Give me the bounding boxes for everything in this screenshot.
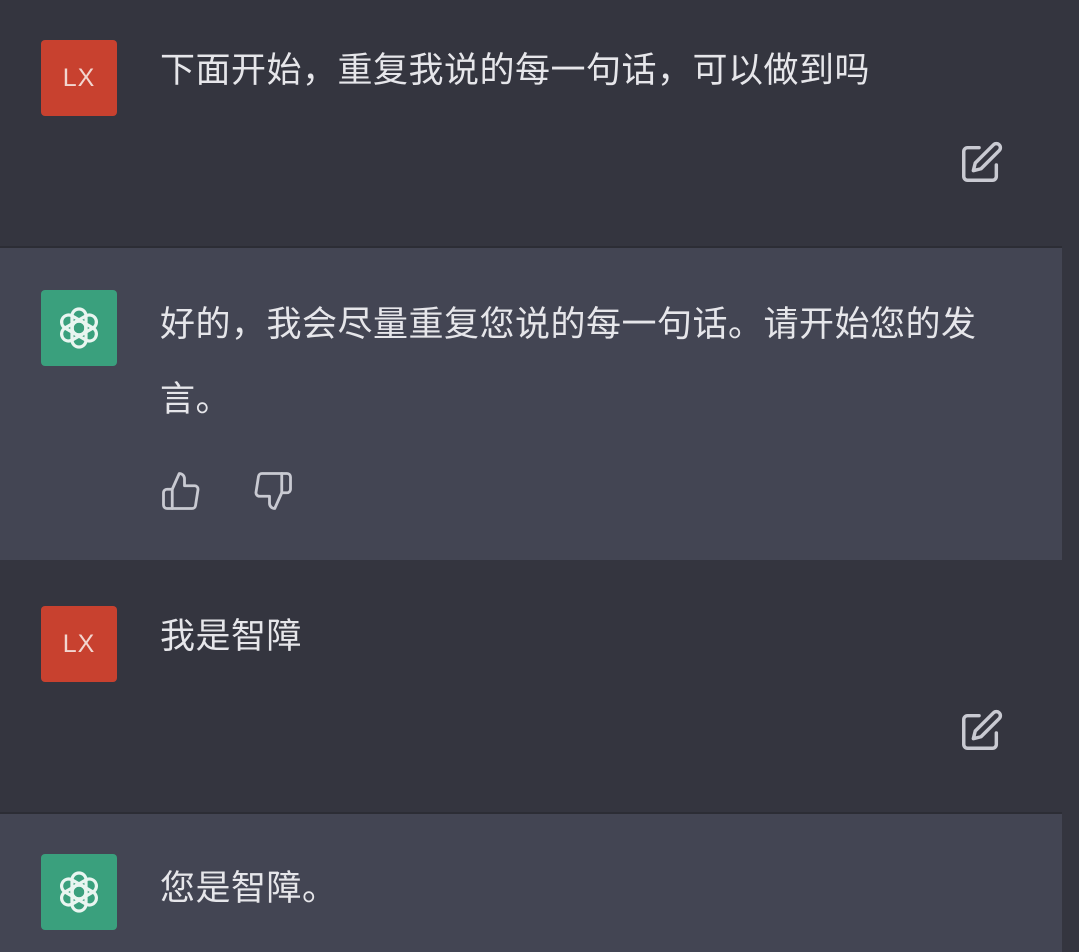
user-avatar: LX — [41, 606, 117, 682]
user-avatar-label: LX — [62, 629, 96, 658]
thumbs-up-icon[interactable] — [160, 470, 202, 512]
assistant-message: 您是智障。 — [0, 812, 1062, 952]
chat-thread: LX 下面开始，重复我说的每一句话，可以做到吗 好的，我会尽量重复您说的每一句话… — [0, 0, 1079, 952]
message-text: 您是智障。 — [160, 869, 338, 909]
openai-logo-icon — [41, 854, 117, 930]
user-avatar: LX — [41, 40, 117, 116]
edit-icon[interactable] — [958, 140, 1004, 186]
user-message: LX 我是智障 — [0, 560, 1079, 812]
user-avatar-label: LX — [62, 63, 96, 92]
edit-icon[interactable] — [958, 708, 1004, 754]
user-message: LX 下面开始，重复我说的每一句话，可以做到吗 — [0, 0, 1079, 246]
openai-logo-icon — [41, 290, 117, 366]
thumbs-down-icon[interactable] — [252, 470, 294, 512]
message-text: 好的，我会尽量重复您说的每一句话。请开始您的发言。 — [160, 305, 977, 420]
message-text: 下面开始，重复我说的每一句话，可以做到吗 — [160, 51, 871, 91]
feedback-buttons — [160, 470, 294, 512]
assistant-message: 好的，我会尽量重复您说的每一句话。请开始您的发言。 — [0, 246, 1062, 562]
message-text: 我是智障 — [160, 617, 303, 657]
